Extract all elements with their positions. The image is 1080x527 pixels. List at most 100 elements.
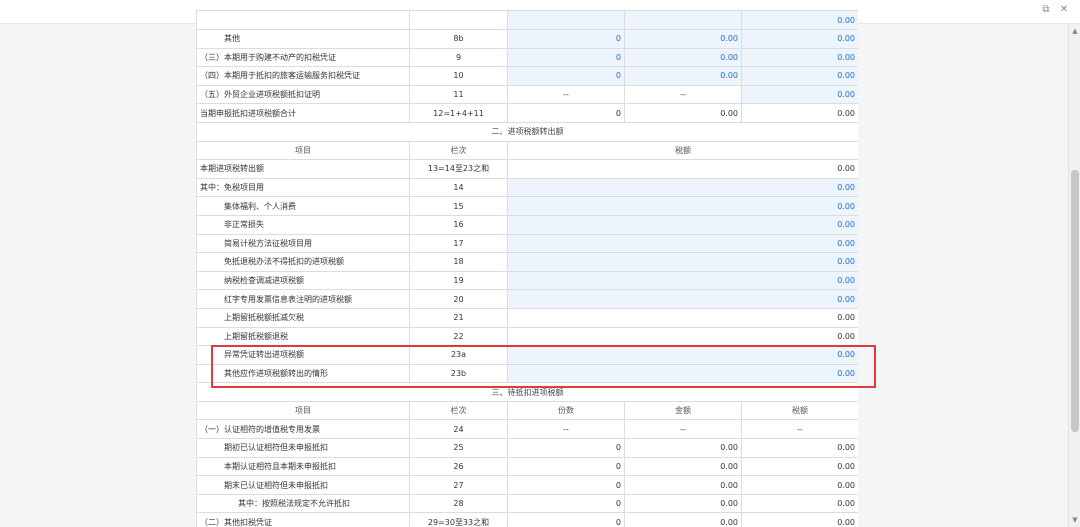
item-cell: 其中：按照税法规定不允许抵扣 bbox=[196, 493, 410, 514]
count-input[interactable]: 0 bbox=[507, 47, 625, 68]
section-title: 三、待抵扣进项税额 bbox=[196, 382, 858, 402]
tax-cell: 0.00 bbox=[507, 159, 858, 179]
table-row: 本期进项税转出额 13=14至23之和 0.00 bbox=[196, 159, 858, 179]
count-input[interactable]: 0 bbox=[507, 29, 625, 49]
count-cell: 0 bbox=[507, 456, 625, 477]
tax-cell: 0.00 bbox=[741, 493, 858, 514]
column-number-cell: 21 bbox=[409, 307, 508, 328]
item-cell bbox=[196, 10, 410, 30]
table-row: 简易计税方法征税项目用 17 0.00 bbox=[196, 233, 858, 254]
column-number-cell: 27 bbox=[409, 475, 508, 495]
count-cell: -- bbox=[507, 419, 625, 440]
item-cell: 红字专用发票信息表注明的进项税额 bbox=[196, 289, 410, 309]
table-row: 纳税检查调减进项税额 19 0.00 bbox=[196, 270, 858, 291]
section-title: 二、进项税额转出额 bbox=[196, 121, 858, 142]
tax-cell: 0.00 bbox=[507, 307, 858, 328]
tax-input[interactable]: 0.00 bbox=[507, 289, 858, 309]
column-number-cell: 15 bbox=[409, 196, 508, 216]
tax-form-sheet: 0.00 其他 8b 0 0.00 0.00 （三）本期用于购建不动产的扣税凭证… bbox=[196, 10, 858, 527]
table-row: 其他应作进项税额转出的情形 23b 0.00 bbox=[196, 363, 858, 384]
item-cell: 非正常损失 bbox=[196, 214, 410, 235]
item-cell: 上期留抵税额抵减欠税 bbox=[196, 307, 410, 328]
tax-input[interactable]: 0.00 bbox=[507, 233, 858, 254]
table-row: （五）外贸企业进项税额抵扣证明 11 -- -- 0.00 bbox=[196, 84, 858, 105]
scroll-up-icon[interactable]: ▲ bbox=[1071, 27, 1079, 35]
table-row: （二）其他扣税凭证 29=30至33之和 0 0.00 0.00 bbox=[196, 512, 858, 527]
table-row: 集体福利、个人消费 15 0.00 bbox=[196, 196, 858, 216]
header-item: 项目 bbox=[196, 140, 410, 161]
tax-input[interactable]: 0.00 bbox=[507, 270, 858, 291]
column-number-cell: 20 bbox=[409, 289, 508, 309]
table-row: 红字专用发票信息表注明的进项税额 20 0.00 bbox=[196, 289, 858, 309]
tax-input[interactable]: 0.00 bbox=[507, 214, 858, 235]
table-row: 非正常损失 16 0.00 bbox=[196, 214, 858, 235]
tax-input[interactable]: 0.00 bbox=[507, 177, 858, 198]
table-row: 期末已认证相符但未申报抵扣 27 0 0.00 0.00 bbox=[196, 475, 858, 495]
tax-input[interactable]: 0.00 bbox=[741, 66, 858, 86]
money-cell: 0.00 bbox=[624, 493, 742, 514]
tax-cell: 0.00 bbox=[741, 438, 858, 458]
item-cell: 其他 bbox=[196, 29, 410, 49]
tax-input[interactable]: 0.00 bbox=[741, 10, 858, 30]
column-number-cell: 16 bbox=[409, 214, 508, 235]
count-cell: -- bbox=[507, 84, 625, 105]
table-row: 本期认证相符且本期未申报抵扣 26 0 0.00 0.00 bbox=[196, 456, 858, 477]
item-cell: 其他应作进项税额转出的情形 bbox=[196, 363, 410, 384]
item-cell: 集体福利、个人消费 bbox=[196, 196, 410, 216]
money-cell: 0.00 bbox=[624, 512, 742, 527]
tax-input[interactable]: 0.00 bbox=[507, 252, 858, 272]
amount-input[interactable]: 0.00 bbox=[624, 29, 742, 49]
restore-icon[interactable]: ⧉ bbox=[1040, 4, 1052, 15]
column-number-cell: 29=30至33之和 bbox=[409, 512, 508, 527]
column-number-cell: 8b bbox=[409, 29, 508, 49]
item-cell: 异常凭证转出进项税额 bbox=[196, 345, 410, 365]
header-item: 项目 bbox=[196, 400, 410, 421]
table-row: （三）本期用于购建不动产的扣税凭证 9 0 0.00 0.00 bbox=[196, 47, 858, 68]
tax-input[interactable]: 0.00 bbox=[507, 196, 858, 216]
count-cell: 0 bbox=[507, 438, 625, 458]
item-cell: （五）外贸企业进项税额抵扣证明 bbox=[196, 84, 410, 105]
header-column: 栏次 bbox=[409, 140, 508, 161]
tax-input[interactable]: 0.00 bbox=[741, 29, 858, 49]
close-icon[interactable]: ✕ bbox=[1058, 4, 1070, 15]
item-cell: 其中：免税项目用 bbox=[196, 177, 410, 198]
table-row: 0.00 bbox=[196, 10, 858, 30]
tax-input[interactable]: 0.00 bbox=[507, 363, 858, 384]
scroll-thumb[interactable] bbox=[1071, 170, 1079, 432]
table-row: 期初已认证相符但未申报抵扣 25 0 0.00 0.00 bbox=[196, 438, 858, 458]
header-tax: 税额 bbox=[741, 400, 858, 421]
table-row: 异常凭证转出进项税额 23a 0.00 bbox=[196, 345, 858, 365]
tax-cell: -- bbox=[741, 419, 858, 440]
item-cell: 本期认证相符且本期未申报抵扣 bbox=[196, 456, 410, 477]
header-count: 份数 bbox=[507, 400, 625, 421]
vertical-scrollbar[interactable]: ▲ ▼ bbox=[1068, 24, 1080, 527]
count-input[interactable]: 0 bbox=[507, 66, 625, 86]
column-number-cell bbox=[409, 10, 508, 30]
count-cell: 0 bbox=[507, 493, 625, 514]
amount-input[interactable] bbox=[624, 10, 742, 30]
column-number-cell: 23a bbox=[409, 345, 508, 365]
table-row: （四）本期用于抵扣的旅客运输服务扣税凭证 10 0 0.00 0.00 bbox=[196, 66, 858, 86]
count-cell: 0 bbox=[507, 512, 625, 527]
money-cell: 0.00 bbox=[624, 438, 742, 458]
scroll-down-icon[interactable]: ▼ bbox=[1071, 516, 1079, 524]
money-cell: -- bbox=[624, 419, 742, 440]
money-cell: 0.00 bbox=[624, 475, 742, 495]
tax-cell: 0.00 bbox=[741, 512, 858, 527]
amount-input[interactable]: 0.00 bbox=[624, 66, 742, 86]
column-number-cell: 28 bbox=[409, 493, 508, 514]
tax-input[interactable]: 0.00 bbox=[507, 345, 858, 365]
count-input[interactable] bbox=[507, 10, 625, 30]
item-cell: 纳税检查调减进项税额 bbox=[196, 270, 410, 291]
column-number-cell: 10 bbox=[409, 66, 508, 86]
item-cell: 当期申报抵扣进项税额合计 bbox=[196, 103, 410, 123]
amount-cell: -- bbox=[624, 84, 742, 105]
tax-input[interactable]: 0.00 bbox=[741, 47, 858, 68]
column-number-cell: 13=14至23之和 bbox=[409, 159, 508, 179]
column-number-cell: 23b bbox=[409, 363, 508, 384]
section-title-row: 三、待抵扣进项税额 bbox=[196, 382, 858, 402]
item-cell: 简易计税方法征税项目用 bbox=[196, 233, 410, 254]
amount-cell: 0.00 bbox=[624, 103, 742, 123]
tax-input[interactable]: 0.00 bbox=[741, 84, 858, 105]
amount-input[interactable]: 0.00 bbox=[624, 47, 742, 68]
